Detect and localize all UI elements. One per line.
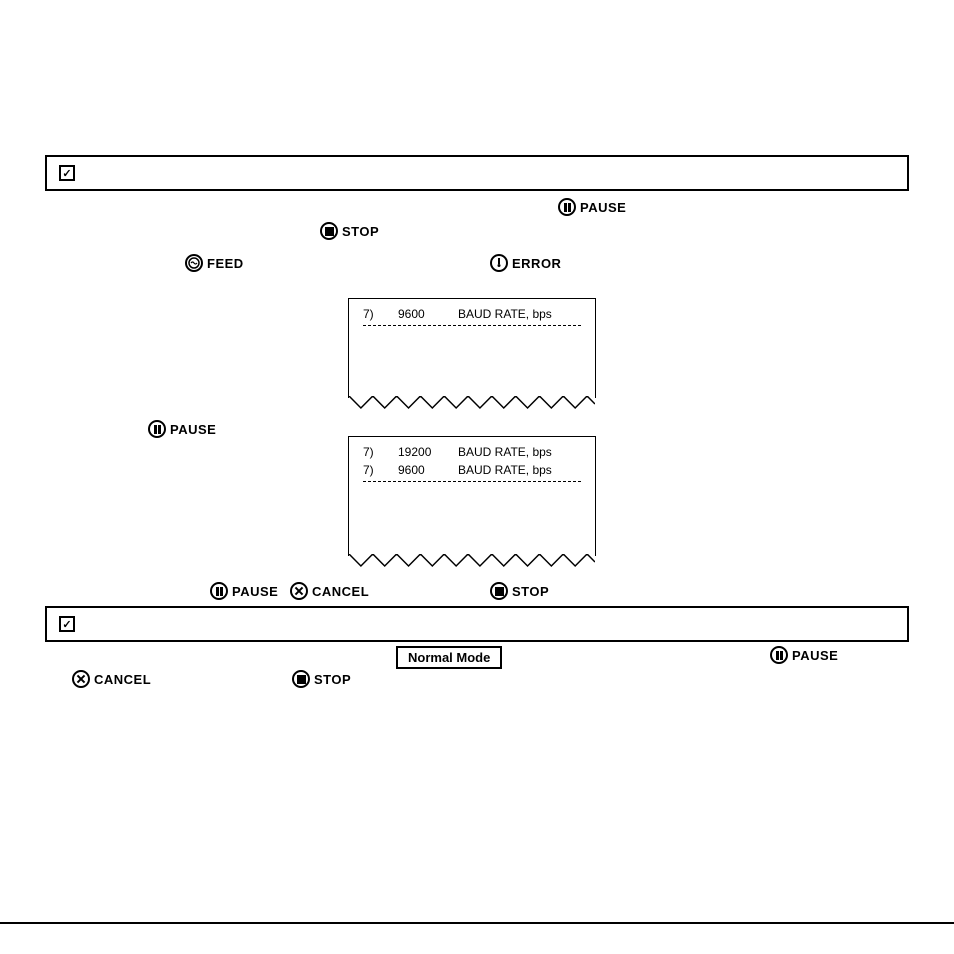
stop-icon-3 bbox=[292, 670, 310, 688]
pause-button-2[interactable]: PAUSE bbox=[148, 420, 216, 441]
receipt-zigzag-2 bbox=[349, 554, 595, 568]
pause-icon-3 bbox=[210, 582, 228, 600]
normal-mode-button[interactable]: Normal Mode bbox=[396, 646, 502, 669]
pause-button-1[interactable]: PAUSE bbox=[558, 198, 626, 219]
receipt-box-1: 7) 9600 BAUD RATE, bps bbox=[348, 298, 596, 398]
cancel-icon-1 bbox=[290, 582, 308, 600]
pause-icon-1 bbox=[558, 198, 576, 216]
page-container: ✓ PAUSE STOP FEED ERROR bbox=[0, 0, 954, 954]
receipt-box-2: 7) 19200 BAUD RATE, bps 7) 9600 BAUD RAT… bbox=[348, 436, 596, 556]
pause-icon-2 bbox=[148, 420, 166, 438]
checkbox-bar-1: ✓ bbox=[45, 155, 909, 191]
checkbox-2[interactable]: ✓ bbox=[59, 616, 75, 632]
cancel-icon-2 bbox=[72, 670, 90, 688]
checkbox-1[interactable]: ✓ bbox=[59, 165, 75, 181]
stop-button-3[interactable]: STOP bbox=[292, 670, 351, 691]
cancel-button-2[interactable]: CANCEL bbox=[72, 670, 151, 691]
cancel-button-1[interactable]: CANCEL bbox=[290, 582, 369, 603]
pause-button-4[interactable]: PAUSE bbox=[770, 646, 838, 667]
error-icon bbox=[490, 254, 508, 272]
feed-button[interactable]: FEED bbox=[185, 254, 244, 275]
checkbox-bar-2: ✓ bbox=[45, 606, 909, 642]
feed-icon bbox=[185, 254, 203, 272]
stop-icon-2 bbox=[490, 582, 508, 600]
pause-icon-4 bbox=[770, 646, 788, 664]
pause-button-3[interactable]: PAUSE bbox=[210, 582, 278, 603]
bottom-divider bbox=[0, 922, 954, 924]
stop-button-1[interactable]: STOP bbox=[320, 222, 379, 243]
stop-button-2[interactable]: STOP bbox=[490, 582, 549, 603]
error-button[interactable]: ERROR bbox=[490, 254, 561, 275]
stop-icon-1 bbox=[320, 222, 338, 240]
receipt-zigzag-1 bbox=[349, 396, 595, 410]
